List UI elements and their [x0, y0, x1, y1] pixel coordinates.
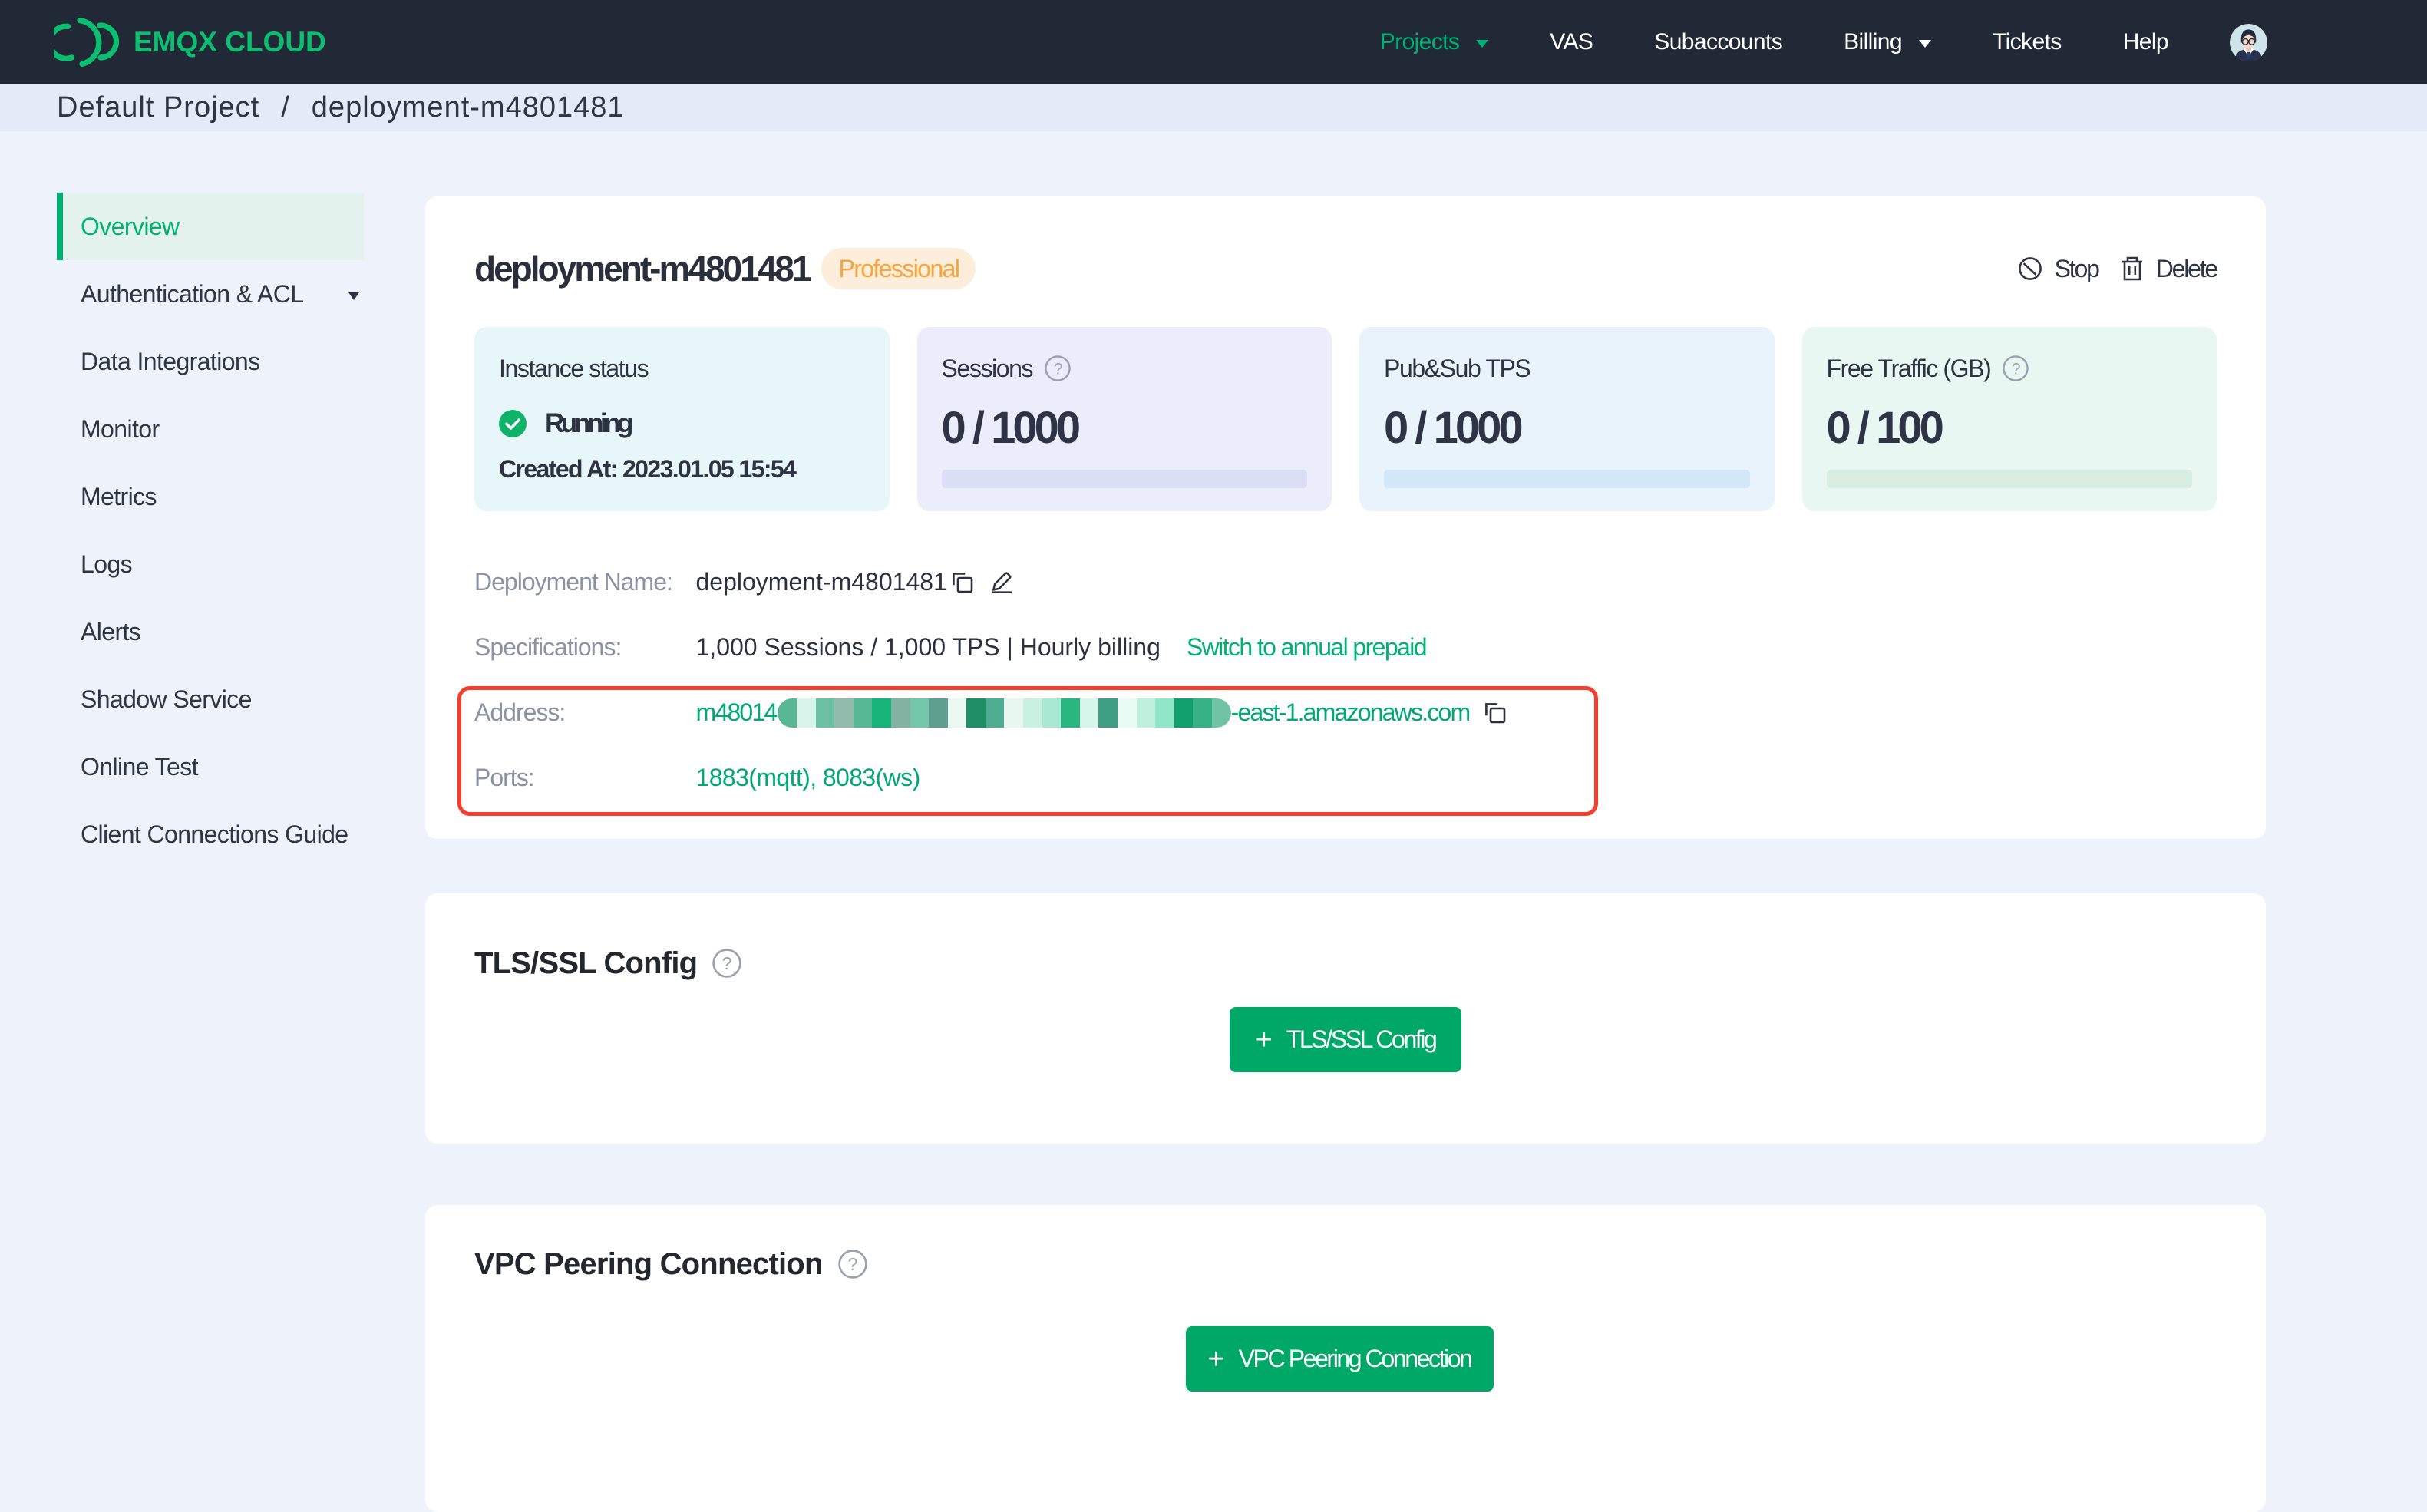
svg-text:?: ?	[1054, 360, 1062, 378]
svg-text:?: ?	[722, 953, 732, 973]
svg-text:?: ?	[847, 1254, 857, 1274]
svg-text:?: ?	[2012, 360, 2020, 378]
